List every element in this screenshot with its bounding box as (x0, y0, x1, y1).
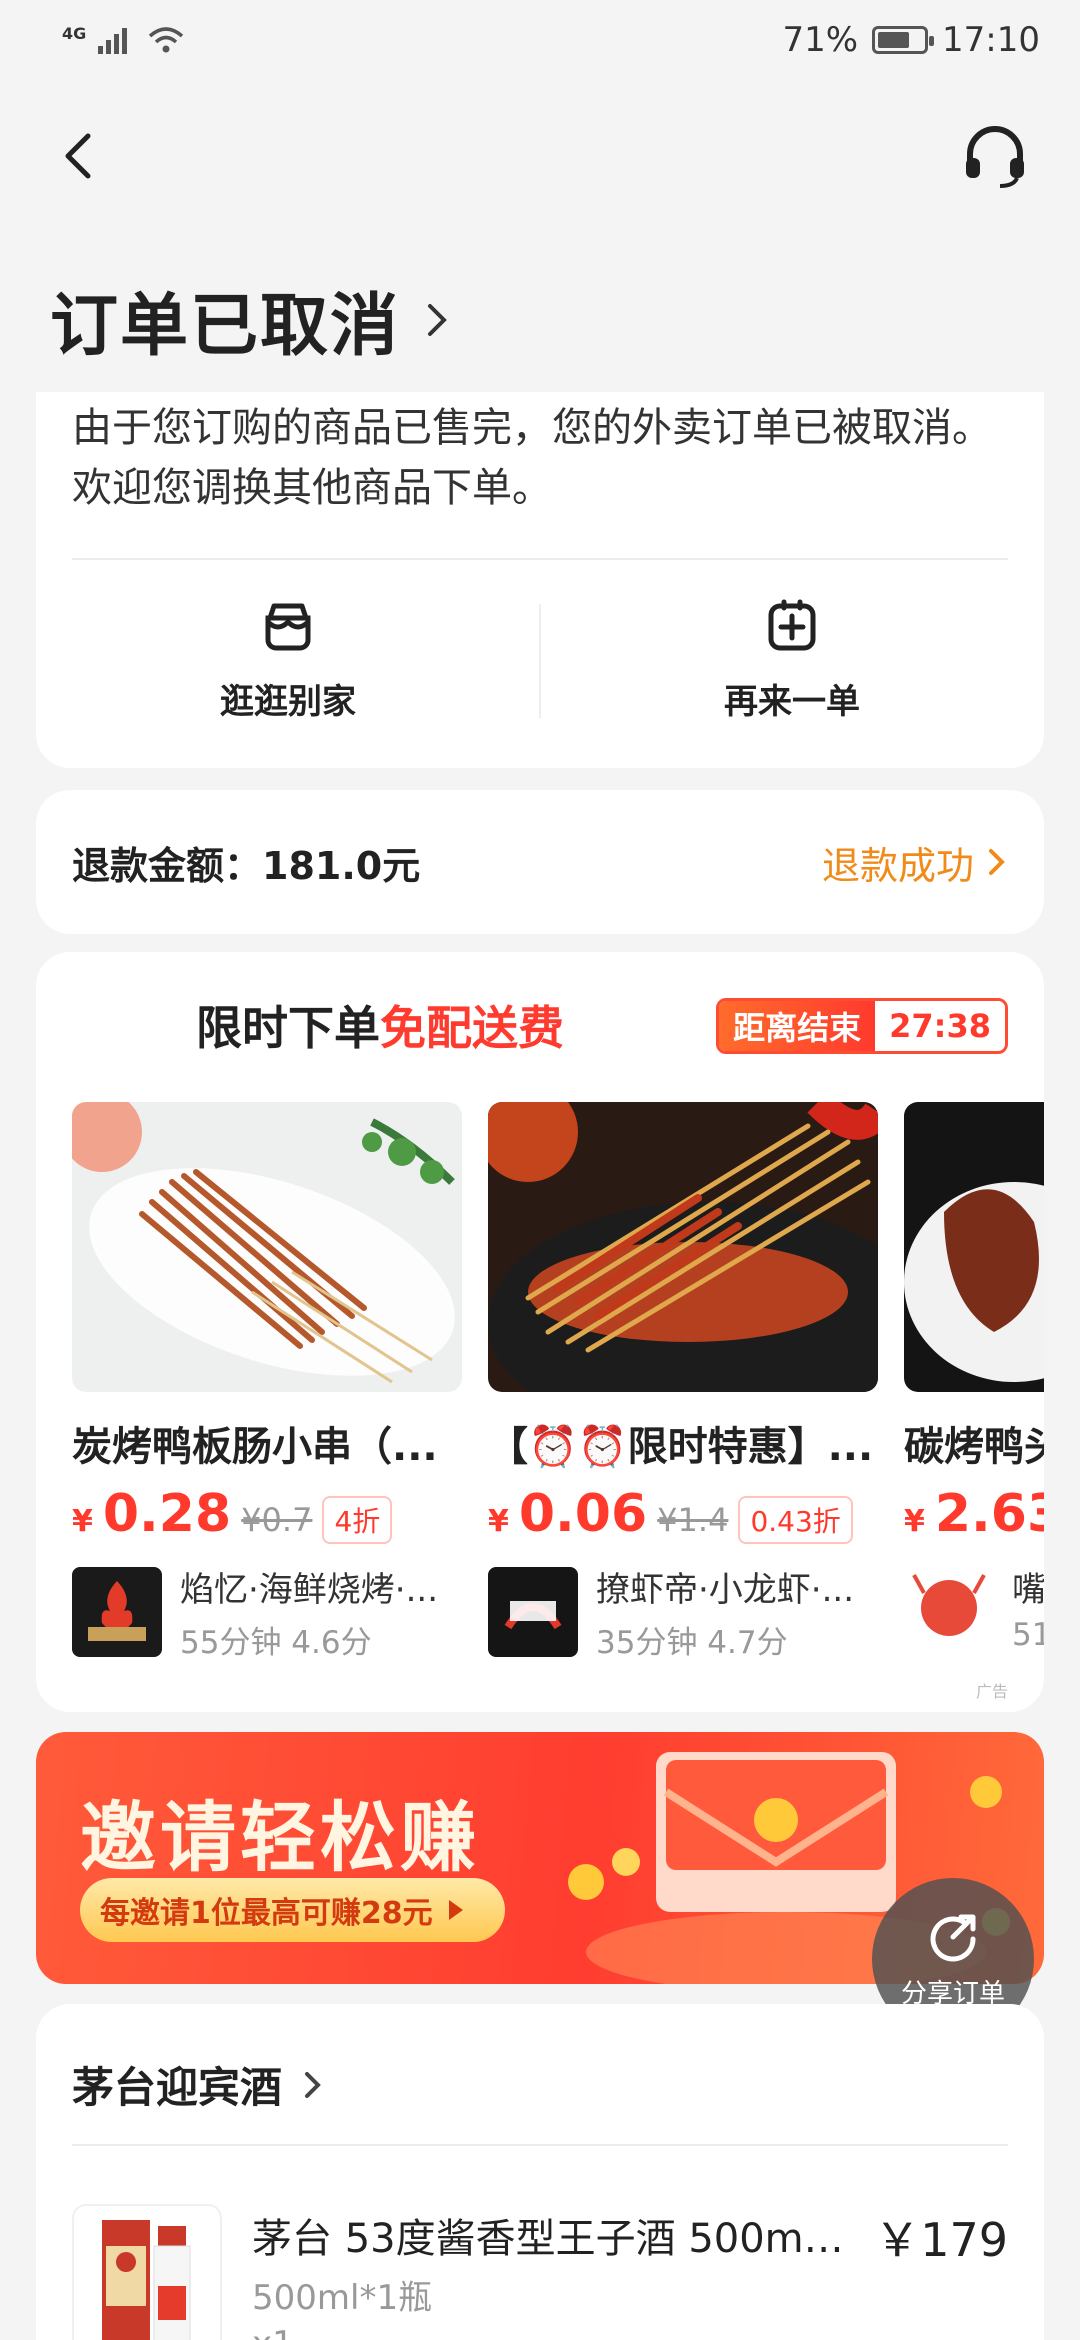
sale-price: 2.63 (934, 1484, 1044, 1544)
price-line: ¥0.28 ¥0.7 4折 (72, 1484, 462, 1544)
countdown-time: 27:38 (875, 1001, 1005, 1051)
order-item-price: ￥179 (874, 2213, 1008, 2267)
customer-service-button[interactable] (960, 122, 1030, 192)
banner-title: 邀请轻松赚 (80, 1793, 480, 1882)
product-carousel[interactable]: 炭烤鸭板肠小串（... ¥0.28 ¥0.7 4折 焰忆·海鲜烧烤·... 55… (72, 1102, 1044, 1662)
countdown-timer: 距离结束 27:38 (716, 998, 1008, 1054)
order-store-link[interactable]: 茅台迎宾酒 (72, 2054, 324, 2115)
store-meta: 55分钟 4.6分 (180, 1625, 372, 1661)
price-line: ¥0.06 ¥1.4 0.43折 (488, 1484, 878, 1544)
order-item[interactable]: 茅台 53度酱香型王子酒 500ml... 500ml*1瓶 x1 ￥179 (72, 2204, 1008, 2340)
status-bar: 4G 71% 17:10 (0, 0, 1080, 80)
sale-price: 0.28 (102, 1484, 232, 1544)
refund-amount: 退款金额：181.0元 (72, 843, 421, 888)
browse-other-stores-label: 逛逛别家 (220, 682, 356, 722)
original-price: ¥0.7 (241, 1501, 313, 1539)
store-logo (904, 1562, 994, 1653)
currency-symbol: ¥ (488, 1504, 509, 1539)
battery-fill (878, 32, 910, 48)
page-title: 订单已取消 (50, 287, 401, 366)
order-item-name: 茅台 53度酱香型王子酒 500ml... (252, 2216, 852, 2262)
store-icon (265, 603, 311, 651)
countdown-label: 距离结束 (719, 1001, 876, 1051)
signal-icon (98, 28, 128, 54)
store-info[interactable]: 撩虾帝·小龙虾·... 35分钟 4.7分 (488, 1562, 878, 1662)
chevron-left-icon (65, 133, 91, 179)
store-info[interactable]: 焰忆·海鲜烧烤·... 55分钟 4.6分 (72, 1562, 462, 1662)
battery-icon (872, 26, 935, 54)
order-item-spec: 500ml*1瓶 (252, 2278, 433, 2318)
nav-bar (0, 80, 1080, 230)
cancel-card: 由于您订购的商品已售完，您的外卖订单已被取消。欢迎您调换其他商品下单。 逛逛别家… (36, 392, 1044, 768)
store-meta: 35分钟 4.7分 (596, 1625, 788, 1661)
promo-card: 限时下单免配送费 距离结束 27:38 炭烤鸭板肠小串（... ¥ 0.28 ¥… (36, 952, 1044, 1712)
reorder-button[interactable]: 再来一单 (540, 596, 1044, 736)
product-name: 碳烤鸭头 (904, 1424, 1044, 1470)
wifi-icon (149, 27, 184, 53)
divider (72, 2144, 1008, 2146)
currency-symbol: ¥ (72, 1504, 93, 1539)
order-store-name: 茅台迎宾酒 (72, 2063, 283, 2112)
refund-card[interactable]: 退款金额：181.0元 退款成功 (36, 790, 1044, 934)
sale-price: 0.06 (518, 1484, 648, 1544)
banner-subtitle-text: 每邀请1位最高可赚28元 (100, 1896, 433, 1931)
store-name: 焰忆·海鲜烧烤·... (180, 1570, 439, 1610)
promo-header: 限时下单免配送费 距离结束 27:38 (36, 992, 1044, 1062)
ad-tag: 广告 (975, 1682, 1008, 1701)
chevron-right-icon (428, 303, 447, 336)
product-card[interactable]: 炭烤鸭板肠小串（... ¥0.28 ¥0.7 4折 焰忆·海鲜烧烤·... 55… (72, 1102, 462, 1662)
cancel-message: 由于您订购的商品已售完，您的外卖订单已被取消。欢迎您调换其他商品下单。 (72, 405, 992, 511)
order-item-quantity: x1 (252, 2324, 294, 2340)
chevron-right-icon (989, 849, 1005, 875)
product-image (488, 1102, 878, 1392)
product-name: 【⏰⏰限时特惠】... (488, 1424, 874, 1470)
network-type: 4G (62, 23, 87, 43)
banner-subtitle: 每邀请1位最高可赚28元 (80, 1878, 505, 1942)
store-meta: 51 (1012, 1617, 1044, 1653)
store-logo (488, 1567, 578, 1657)
store-logo (72, 1567, 162, 1657)
currency-symbol: ¥ (904, 1504, 925, 1539)
store-name: 撩虾帝·小龙虾·... (596, 1570, 855, 1610)
status-left: 4G (62, 24, 186, 56)
clock: 17:10 (942, 20, 1040, 60)
refund-status[interactable]: 退款成功 (822, 835, 1008, 890)
store-info[interactable]: 嘴 51 (904, 1562, 1044, 1653)
status-right: 71% 17:10 (782, 20, 1040, 60)
divider (72, 558, 1008, 560)
share-icon (930, 1914, 976, 1961)
price-line: ¥2.63 (904, 1484, 1044, 1544)
promo-title-highlight: 免配送费 (380, 1001, 564, 1055)
discount-badge: 4折 (322, 1496, 393, 1544)
chevron-right-icon (305, 2071, 321, 2098)
order-card: 茅台迎宾酒 茅台 53度酱香型王子酒 500ml... 500ml*1瓶 x1 … (36, 2004, 1044, 2340)
browse-other-stores-button[interactable]: 逛逛别家 (36, 596, 540, 736)
discount-badge: 0.43折 (738, 1496, 853, 1544)
product-card[interactable]: 碳烤鸭头 ¥2.63 嘴 51 (904, 1102, 1044, 1653)
product-card[interactable]: 【⏰⏰限时特惠】... ¥0.06 ¥1.4 0.43折 撩虾帝·小龙虾·...… (488, 1102, 878, 1662)
order-status-title[interactable]: 订单已取消 (50, 270, 452, 369)
promo-title-main: 限时下单 (196, 1001, 380, 1055)
store-name: 嘴 (1012, 1570, 1044, 1610)
promo-title: 限时下单免配送费 (196, 992, 564, 1058)
product-image (904, 1102, 1044, 1392)
battery-percent: 71% (782, 20, 859, 60)
arrow-right-icon (448, 1900, 463, 1920)
original-price: ¥1.4 (657, 1501, 729, 1539)
headset-icon (966, 126, 1024, 188)
plus-square-icon (768, 599, 816, 651)
product-image (72, 1102, 462, 1392)
order-item-image (72, 2204, 222, 2340)
product-name: 炭烤鸭板肠小串（... (72, 1424, 438, 1470)
back-button[interactable] (50, 126, 110, 186)
reorder-label: 再来一单 (724, 682, 860, 722)
refund-status-text: 退款成功 (821, 843, 974, 888)
